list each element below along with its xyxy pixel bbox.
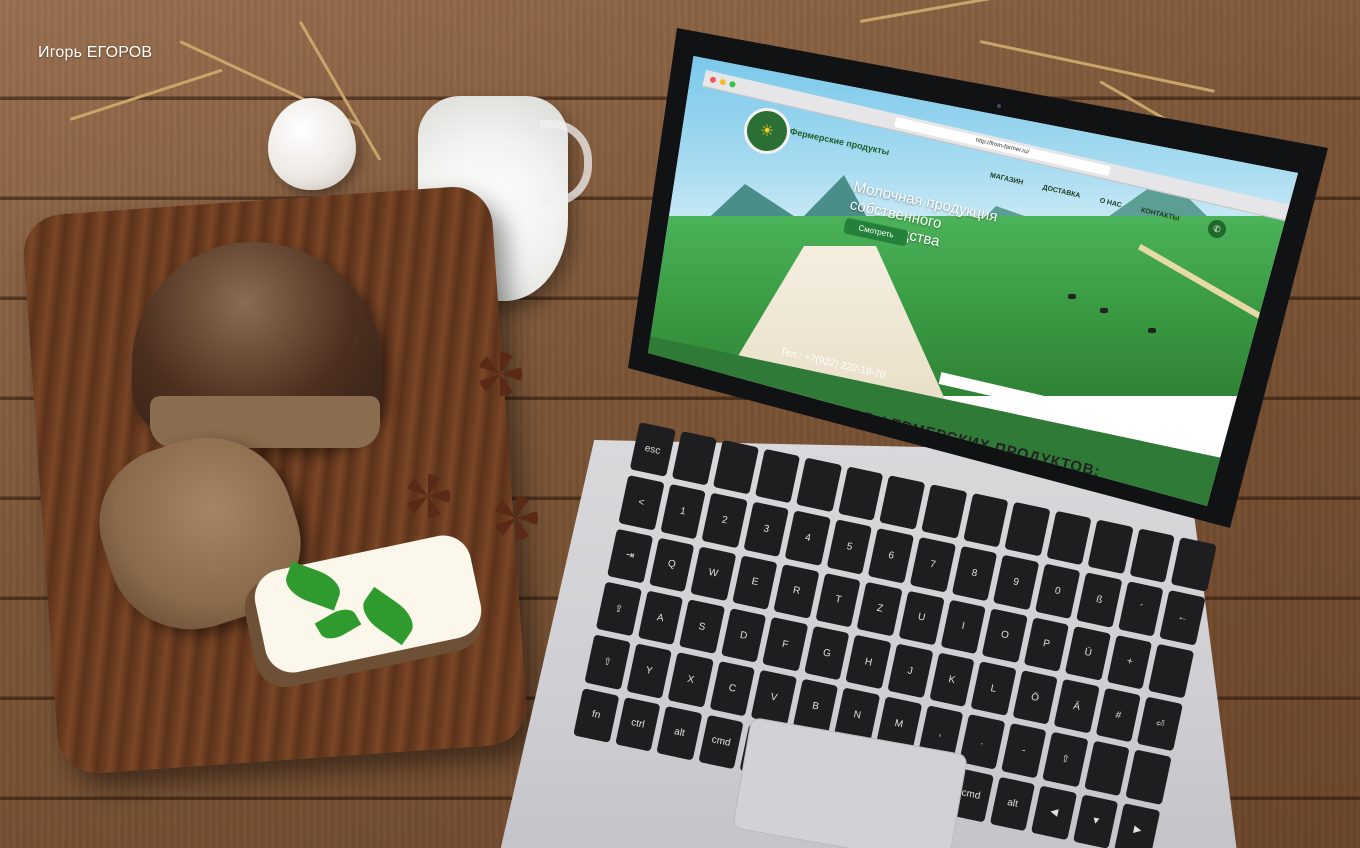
close-window-button[interactable] [709, 76, 717, 84]
egg [268, 98, 356, 190]
key: ctrl [614, 696, 661, 752]
key: 1 [660, 484, 706, 540]
callback-link[interactable]: ЗАКАЗАТЬ ЗВОНОК [1061, 400, 1117, 418]
milk-jug-handle [540, 120, 592, 206]
key: ▶ [1114, 802, 1161, 848]
key: ⇧ [1042, 732, 1089, 787]
key [962, 492, 1009, 548]
key: 2 [701, 493, 748, 548]
key: # [1095, 687, 1142, 743]
key: - [1000, 723, 1047, 779]
key [671, 431, 718, 486]
key: 5 [826, 519, 873, 575]
key [837, 466, 884, 522]
key [1148, 643, 1195, 699]
key: 9 [993, 554, 1039, 610]
key: esc [629, 422, 676, 478]
key: F [762, 616, 809, 672]
webcam [997, 104, 1001, 108]
photo-scene: Игорь ЕГОРОВ esc < 1 2 3 4 5 6 7 8 9 0 ß… [0, 0, 1360, 848]
key [1170, 537, 1217, 593]
wheat-stalk [979, 40, 1216, 93]
star-anise [478, 352, 522, 396]
key: U [898, 590, 945, 646]
site-logo[interactable]: ☀ [744, 108, 790, 154]
key [712, 439, 759, 495]
key: fn [573, 687, 619, 743]
key: R [773, 563, 820, 619]
key [1004, 501, 1051, 557]
key: alt [656, 705, 703, 761]
key: ⇪ [595, 581, 642, 637]
key: E [731, 554, 778, 610]
key: ß [1076, 572, 1123, 628]
key: Ä [1053, 678, 1100, 734]
wheat-stalk [859, 0, 1077, 23]
key: X [667, 652, 714, 708]
key: ⇧ [584, 634, 631, 690]
key: I [940, 599, 987, 655]
key: < [618, 475, 665, 531]
key: alt [989, 776, 1036, 832]
maximize-window-button[interactable] [728, 80, 737, 88]
key: C [709, 661, 756, 717]
key: ← [1159, 590, 1206, 646]
key: H [845, 634, 892, 690]
key [796, 457, 843, 513]
key: 4 [784, 510, 831, 566]
key [1087, 519, 1134, 575]
key: D [720, 608, 767, 664]
key: W [690, 546, 737, 602]
key: Z [856, 581, 903, 637]
cow [1100, 308, 1108, 313]
key: J [887, 643, 934, 699]
key: ⏎ [1137, 696, 1183, 752]
key: T [815, 572, 862, 628]
wheat-stalk [69, 68, 223, 121]
key: A [637, 590, 684, 646]
key: + [1106, 634, 1153, 690]
key: G [803, 625, 850, 681]
key: ⇥ [607, 528, 653, 584]
photo-credit: Игорь ЕГОРОВ [38, 44, 153, 61]
star-anise [494, 496, 538, 540]
key: P [1023, 616, 1070, 672]
key: 6 [868, 528, 915, 584]
key: 8 [951, 546, 998, 601]
key: O [981, 608, 1028, 663]
key [1129, 528, 1176, 584]
key: Y [626, 643, 672, 699]
key [921, 484, 967, 539]
key: Ö [1012, 670, 1059, 725]
key: V [751, 670, 797, 726]
key: K [928, 652, 975, 708]
key [1125, 749, 1172, 805]
key: 3 [743, 501, 790, 557]
key: ´ [1118, 581, 1164, 637]
key: Q [648, 537, 695, 593]
phone-icon[interactable]: ✆ [1208, 220, 1226, 238]
key: ◀ [1031, 785, 1078, 841]
key: L [970, 661, 1017, 717]
key [1084, 740, 1130, 796]
cow [1148, 328, 1156, 333]
key: 7 [909, 537, 956, 593]
key [754, 448, 801, 504]
minimize-window-button[interactable] [719, 78, 727, 86]
key: Ü [1065, 625, 1111, 681]
key: S [679, 599, 725, 655]
key: ▼ [1072, 794, 1119, 848]
key: 0 [1034, 563, 1081, 619]
cow [1068, 294, 1076, 299]
star-anise [406, 474, 450, 518]
key: cmd [698, 714, 744, 770]
key [879, 475, 926, 531]
key [1046, 510, 1092, 566]
